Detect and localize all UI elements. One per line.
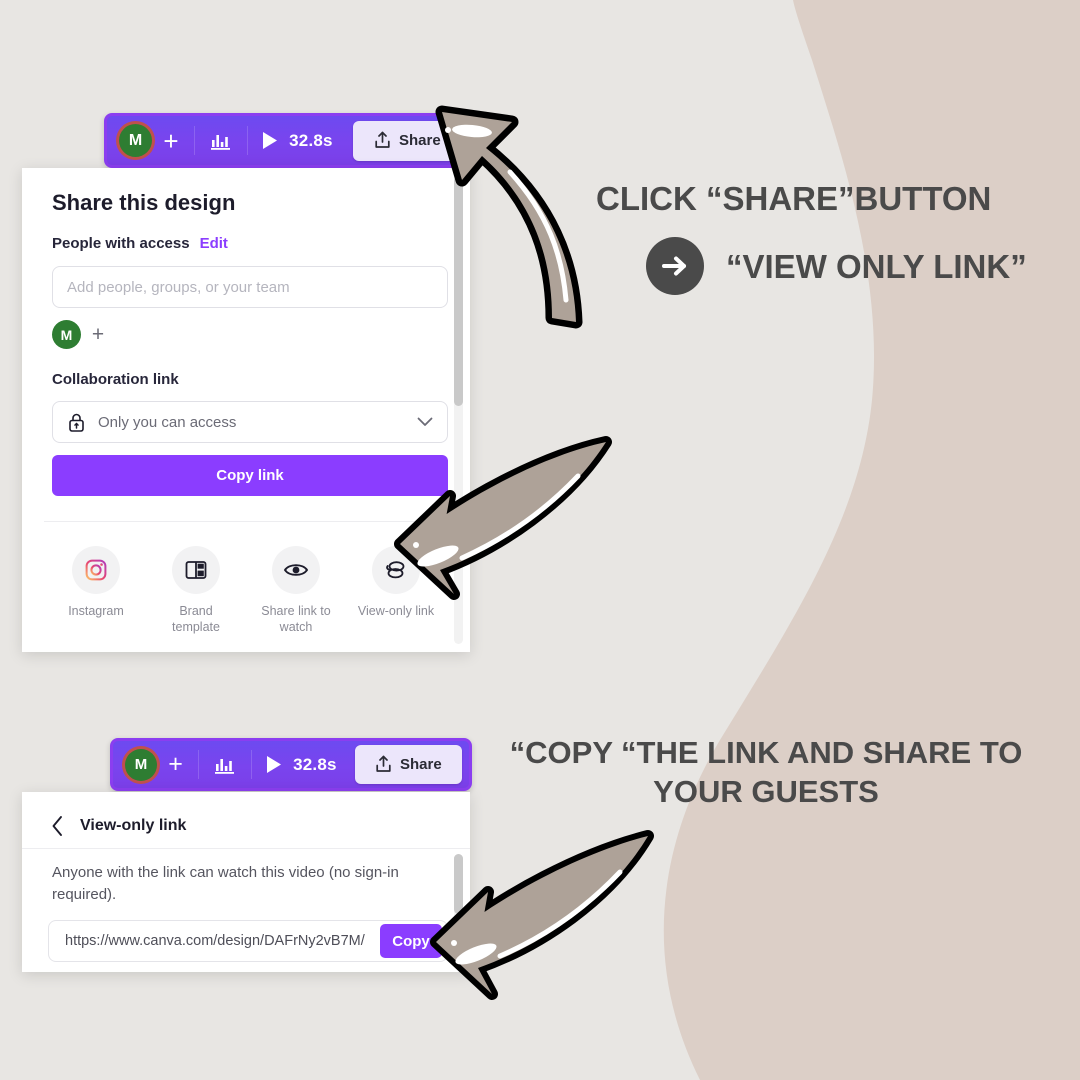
people-with-access-row: People with access Edit xyxy=(52,235,228,252)
callout-step-one-line1: CLICK “SHARE”BUTTON xyxy=(596,180,992,217)
avatar[interactable]: M xyxy=(119,124,152,157)
view-only-description: Anyone with the link can watch this vide… xyxy=(52,864,399,903)
member-avatar-initial: M xyxy=(60,326,73,343)
play-icon[interactable] xyxy=(258,745,290,785)
toolbar-divider xyxy=(194,125,195,156)
avatar-initial: M xyxy=(134,756,148,773)
plus-label: + xyxy=(163,125,179,156)
access-level-select[interactable]: Only you can access xyxy=(52,401,448,443)
edit-access-link[interactable]: Edit xyxy=(200,235,228,252)
add-people-input[interactable]: Add people, groups, or your team xyxy=(52,266,448,308)
add-member-label: + xyxy=(91,322,105,346)
upload-share-icon xyxy=(375,131,390,148)
avatar[interactable]: M xyxy=(125,748,157,781)
share-button-label: Share xyxy=(399,756,442,773)
upload-share-icon xyxy=(376,755,391,772)
share-option-label: Instagram xyxy=(68,604,124,618)
duration-label: 32.8s xyxy=(289,130,333,150)
share-option-label: View-only link xyxy=(357,604,435,618)
copy-link-label: Copy link xyxy=(216,467,284,484)
view-only-header: View-only link xyxy=(50,804,186,848)
callout-step-one-row2: “VIEW ONLY LINK” xyxy=(646,237,1027,295)
toolbar-divider xyxy=(198,750,199,779)
share-button-label: Share xyxy=(398,132,441,149)
callout-step-two-line1: “COPY “THE LINK AND SHARE TO xyxy=(509,735,1023,770)
duration-label: 32.8s xyxy=(293,754,337,774)
collaboration-link-label: Collaboration link xyxy=(52,371,179,388)
callout-step-one-line2: “VIEW ONLY LINK” xyxy=(726,247,1027,285)
add-collaborator-button[interactable]: + xyxy=(154,124,188,158)
chevron-left-icon xyxy=(52,816,62,836)
poster-canvas: M + 32.8s Share Share this design People… xyxy=(0,0,1080,1080)
member-list: M + xyxy=(52,320,112,349)
share-options-row: Instagram Brand template Share link to w… xyxy=(46,546,446,635)
people-with-access-label: People with access xyxy=(52,235,190,252)
brand-template-icon xyxy=(172,546,220,594)
member-avatar[interactable]: M xyxy=(52,320,81,349)
add-collaborator-button[interactable]: + xyxy=(159,748,192,781)
avatar-initial: M xyxy=(128,131,143,149)
share-option-instagram[interactable]: Instagram xyxy=(46,546,146,635)
toolbar-left-group: M + xyxy=(120,741,192,788)
view-only-title: View-only link xyxy=(80,817,187,834)
play-icon[interactable] xyxy=(254,121,286,161)
lock-icon xyxy=(69,413,84,432)
share-option-label: Share link to watch xyxy=(261,604,331,634)
share-button[interactable]: Share xyxy=(354,745,463,784)
canva-toolbar-top: M + 32.8s Share xyxy=(104,113,472,168)
copy-link-button[interactable]: Copy link xyxy=(52,455,448,496)
access-level-value: Only you can access xyxy=(98,413,237,431)
add-people-placeholder: Add people, groups, or your team xyxy=(67,278,290,296)
dialog-title: Share this design xyxy=(52,190,236,215)
share-dialog-panel: Share this design People with access Edi… xyxy=(22,168,470,652)
add-member-button[interactable]: + xyxy=(84,321,112,349)
share-option-brand-template[interactable]: Brand template xyxy=(146,546,246,635)
panel-scrollbar-thumb[interactable] xyxy=(454,176,463,406)
callout-step-two-line2: YOUR GUESTS xyxy=(653,773,879,809)
canva-toolbar-bottom: M + 32.8s Share xyxy=(110,738,472,791)
copy-url-label: Copy xyxy=(392,932,430,950)
eye-icon xyxy=(272,546,320,594)
toolbar-left-group: M + xyxy=(114,116,188,165)
view-only-url-field[interactable]: https://www.canva.com/design/DAFrNy2vB7M… xyxy=(48,920,448,962)
copy-url-button[interactable]: Copy xyxy=(380,924,442,958)
chevron-down-icon xyxy=(417,417,433,426)
share-button[interactable]: Share xyxy=(352,120,462,161)
share-option-label: Brand template xyxy=(172,604,220,634)
toolbar-divider xyxy=(246,125,248,156)
arrow-right-circle-icon xyxy=(646,237,704,295)
view-only-link-panel: View-only link Anyone with the link can … xyxy=(22,792,470,972)
instagram-icon xyxy=(72,546,120,594)
panel-divider xyxy=(44,521,448,522)
callout-step-one: CLICK “SHARE”BUTTON “VIEW ONLY LINK” xyxy=(596,182,1027,295)
bar-chart-icon[interactable] xyxy=(205,745,245,785)
share-option-view-only-link[interactable]: View-only link xyxy=(346,546,446,635)
share-option-share-link-to-watch[interactable]: Share link to watch xyxy=(246,546,346,635)
panel-scrollbar-track[interactable] xyxy=(454,176,463,644)
toolbar-divider xyxy=(250,750,252,779)
view-only-url-text: https://www.canva.com/design/DAFrNy2vB7M… xyxy=(65,933,365,949)
panel-scrollbar-thumb[interactable] xyxy=(454,854,463,914)
callout-step-two: “COPY “THE LINK AND SHARE TO YOUR GUESTS xyxy=(466,734,1066,812)
plus-label: + xyxy=(168,750,183,778)
panel-scrollbar-track[interactable] xyxy=(454,854,463,962)
bar-chart-icon[interactable] xyxy=(201,121,241,161)
panel-divider xyxy=(22,848,470,849)
link-icon xyxy=(372,546,420,594)
